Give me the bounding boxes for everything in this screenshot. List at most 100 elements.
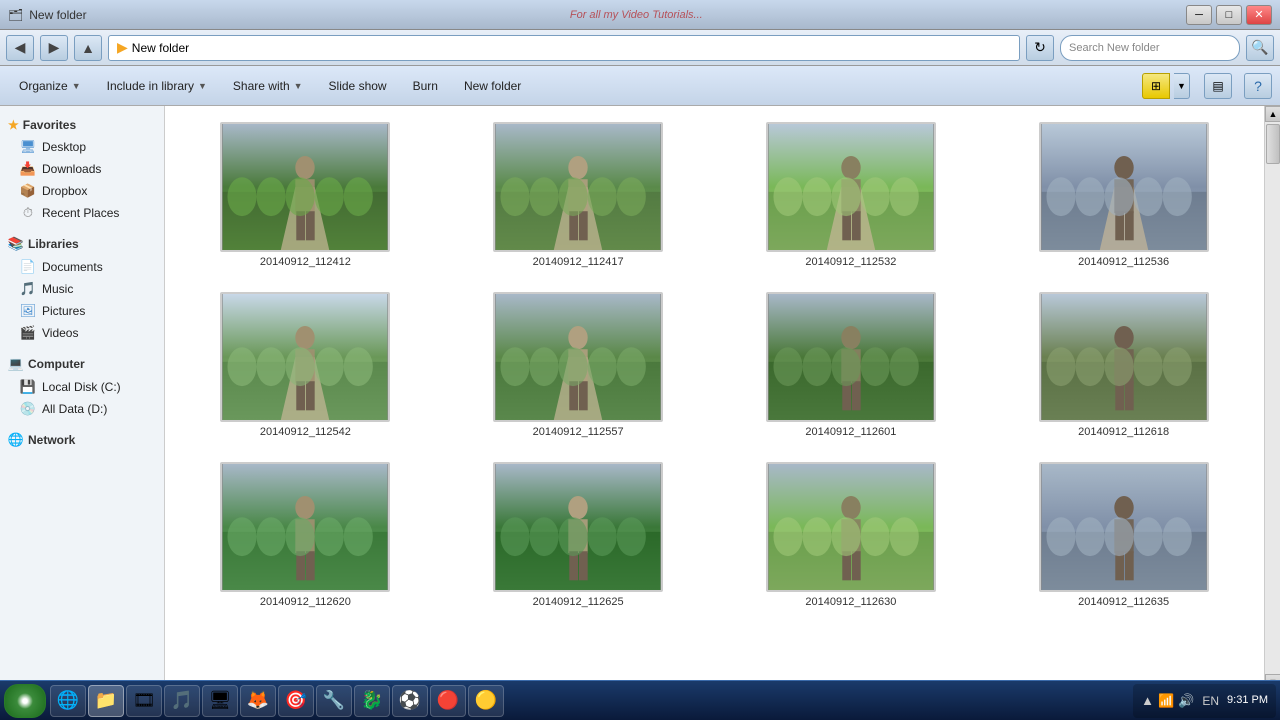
file-thumbnail bbox=[766, 292, 936, 422]
tray-volume-icon[interactable]: 🔊 bbox=[1178, 693, 1194, 709]
start-button[interactable] bbox=[4, 684, 46, 718]
file-item[interactable]: 20140912_112412 bbox=[177, 118, 434, 272]
sidebar-item-dropbox[interactable]: 📦 Dropbox bbox=[0, 180, 164, 202]
organize-button[interactable]: Organize ▼ bbox=[8, 71, 92, 101]
organize-chevron: ▼ bbox=[72, 81, 81, 91]
maximize-button[interactable]: □ bbox=[1216, 5, 1242, 25]
time-display: 9:31 PM bbox=[1227, 693, 1268, 707]
share-with-button[interactable]: Share with ▼ bbox=[222, 71, 314, 101]
file-name: 20140912_112412 bbox=[260, 256, 351, 268]
file-item[interactable]: 20140912_112618 bbox=[995, 288, 1252, 442]
address-path: New folder bbox=[132, 41, 189, 55]
file-item[interactable]: 20140912_112532 bbox=[723, 118, 980, 272]
search-box[interactable]: Search New folder bbox=[1060, 35, 1240, 61]
new-folder-button[interactable]: New folder bbox=[453, 71, 532, 101]
taskbar-app1-button[interactable]: 🎯 bbox=[278, 685, 314, 717]
file-item[interactable]: 20140912_112557 bbox=[450, 288, 707, 442]
burn-button[interactable]: Burn bbox=[402, 71, 449, 101]
include-in-library-button[interactable]: Include in library ▼ bbox=[96, 71, 218, 101]
file-thumbnail bbox=[493, 122, 663, 252]
refresh-button[interactable]: ↻ bbox=[1026, 35, 1054, 61]
main-content: ★ Favorites 🖥 Desktop 📥 Downloads 📦 Drop… bbox=[0, 106, 1280, 690]
file-name: 20140912_112557 bbox=[533, 426, 624, 438]
file-item[interactable]: 20140912_112630 bbox=[723, 458, 980, 612]
network-section: 🌐 Network bbox=[0, 428, 164, 452]
tray-time: 9:31 PM bbox=[1227, 693, 1268, 707]
close-button[interactable]: ✕ bbox=[1246, 5, 1272, 25]
all-data-icon: 💿 bbox=[20, 401, 36, 417]
file-item[interactable]: 20140912_112542 bbox=[177, 288, 434, 442]
sidebar-item-all-data[interactable]: 💿 All Data (D:) bbox=[0, 398, 164, 420]
file-thumbnail bbox=[766, 462, 936, 592]
taskbar-music-button[interactable]: 🎵 bbox=[164, 685, 200, 717]
forward-button[interactable]: ▶ bbox=[40, 35, 68, 61]
dropbox-icon: 📦 bbox=[20, 183, 36, 199]
system-tray: ▲ 📶 🔊 EN 9:31 PM bbox=[1133, 684, 1276, 718]
libraries-icon: 📚 bbox=[8, 236, 24, 252]
help-button[interactable]: ? bbox=[1244, 73, 1272, 99]
window-title: New folder bbox=[29, 8, 86, 22]
toolbar: Organize ▼ Include in library ▼ Share wi… bbox=[0, 66, 1280, 106]
sidebar-item-desktop[interactable]: 🖥 Desktop bbox=[0, 136, 164, 158]
taskbar-app4-button[interactable]: ⚽ bbox=[392, 685, 428, 717]
taskbar-ie-button[interactable]: 🌐 bbox=[50, 685, 86, 717]
taskbar-explorer-button[interactable]: 📁 bbox=[88, 685, 124, 717]
search-placeholder: Search New folder bbox=[1069, 42, 1160, 54]
scrollbar[interactable]: ▲ ▼ bbox=[1264, 106, 1280, 690]
local-disk-icon: 💾 bbox=[20, 379, 36, 395]
minimize-button[interactable]: ─ bbox=[1186, 5, 1212, 25]
tray-language[interactable]: EN bbox=[1202, 694, 1219, 708]
address-input[interactable]: ▶ New folder bbox=[108, 35, 1020, 61]
search-button[interactable]: 🔍 bbox=[1246, 35, 1274, 61]
tray-arrow-icon[interactable]: ▲ bbox=[1141, 693, 1154, 708]
taskbar-firefox-button[interactable]: 🦊 bbox=[240, 685, 276, 717]
file-name: 20140912_112635 bbox=[1078, 596, 1169, 608]
music-icon: 🎵 bbox=[20, 281, 36, 297]
taskbar-app5-button[interactable]: 🔴 bbox=[430, 685, 466, 717]
file-item[interactable]: 20140912_112625 bbox=[450, 458, 707, 612]
sidebar-item-documents[interactable]: 📄 Documents bbox=[0, 256, 164, 278]
file-name: 20140912_112618 bbox=[1078, 426, 1169, 438]
watermark: For all my Video Tutorials... bbox=[570, 9, 703, 21]
documents-icon: 📄 bbox=[20, 259, 36, 275]
taskbar-screen-button[interactable]: 🖥 bbox=[202, 685, 238, 717]
sidebar-item-recent-places[interactable]: ⏱ Recent Places bbox=[0, 202, 164, 224]
taskbar-app2-button[interactable]: 🔧 bbox=[316, 685, 352, 717]
back-button[interactable]: ◀ bbox=[6, 35, 34, 61]
sidebar-item-pictures[interactable]: 🖼 Pictures bbox=[0, 300, 164, 322]
favorites-header[interactable]: ★ Favorites bbox=[0, 114, 164, 136]
title-bar: 🗂 New folder For all my Video Tutorials.… bbox=[0, 0, 1280, 30]
layout-button[interactable]: ▤ bbox=[1204, 73, 1232, 99]
file-item[interactable]: 20140912_112620 bbox=[177, 458, 434, 612]
file-thumbnail bbox=[493, 462, 663, 592]
file-area[interactable]: 20140912_11241220140912_11241720140912_1… bbox=[165, 106, 1264, 690]
libraries-header[interactable]: 📚 Libraries bbox=[0, 232, 164, 256]
desktop-icon: 🖥 bbox=[20, 139, 36, 155]
file-item[interactable]: 20140912_112536 bbox=[995, 118, 1252, 272]
slideshow-button[interactable]: Slide show bbox=[318, 71, 398, 101]
taskbar-media-button[interactable]: 🎞 bbox=[126, 685, 162, 717]
file-item[interactable]: 20140912_112635 bbox=[995, 458, 1252, 612]
taskbar: 🌐 📁 🎞 🎵 🖥 🦊 🎯 🔧 🐉 ⚽ 🔴 🟡 ▲ 📶 🔊 EN 9:31 PM bbox=[0, 680, 1280, 720]
scroll-up-button[interactable]: ▲ bbox=[1265, 106, 1280, 122]
sidebar-item-downloads[interactable]: 📥 Downloads bbox=[0, 158, 164, 180]
file-item[interactable]: 20140912_112417 bbox=[450, 118, 707, 272]
view-large-icons-button[interactable]: ⊞ bbox=[1142, 73, 1170, 99]
scroll-thumb[interactable] bbox=[1266, 124, 1280, 164]
videos-icon: 🎬 bbox=[20, 325, 36, 341]
sidebar-item-music[interactable]: 🎵 Music bbox=[0, 278, 164, 300]
sidebar-item-local-disk[interactable]: 💾 Local Disk (C:) bbox=[0, 376, 164, 398]
file-name: 20140912_112601 bbox=[805, 426, 896, 438]
taskbar-quick-launch: 🌐 📁 🎞 🎵 🖥 🦊 🎯 🔧 🐉 ⚽ 🔴 🟡 bbox=[50, 685, 504, 717]
taskbar-app3-button[interactable]: 🐉 bbox=[354, 685, 390, 717]
file-thumbnail bbox=[220, 462, 390, 592]
pictures-icon: 🖼 bbox=[20, 303, 36, 319]
network-header[interactable]: 🌐 Network bbox=[0, 428, 164, 452]
computer-header[interactable]: 💻 Computer bbox=[0, 352, 164, 376]
tray-network-icon[interactable]: 📶 bbox=[1158, 693, 1174, 709]
up-button[interactable]: ▲ bbox=[74, 35, 102, 61]
taskbar-app6-button[interactable]: 🟡 bbox=[468, 685, 504, 717]
sidebar-item-videos[interactable]: 🎬 Videos bbox=[0, 322, 164, 344]
view-dropdown-button[interactable]: ▼ bbox=[1174, 73, 1190, 99]
file-item[interactable]: 20140912_112601 bbox=[723, 288, 980, 442]
